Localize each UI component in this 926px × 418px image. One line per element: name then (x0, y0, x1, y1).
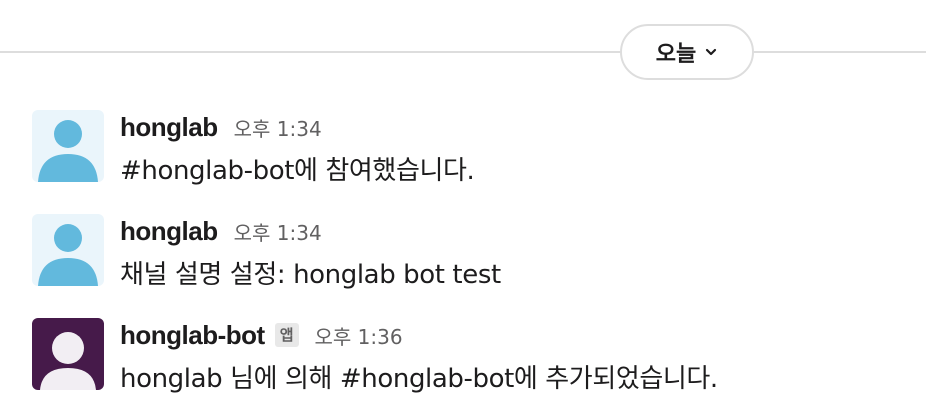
message-text: #honglab-bot에 참여했습니다. (120, 156, 475, 186)
message-timestamp[interactable]: 오후 1:34 (234, 113, 322, 142)
message-item[interactable]: honglab 오후 1:34 채널 설명 설정: honglab bot te… (32, 214, 912, 290)
date-label: 오늘 (655, 42, 697, 67)
message-text: honglab 님에 의해 #honglab-bot에 추가되었습니다. (120, 364, 718, 394)
message-timestamp[interactable]: 오후 1:36 (315, 321, 403, 350)
message-text: 채널 설명 설정: honglab bot test (120, 260, 501, 290)
message-item[interactable]: honglab-bot 앱 오후 1:36 honglab 님에 의해 #hon… (32, 318, 912, 394)
chevron-down-icon (704, 45, 718, 59)
sender-name[interactable]: honglab-bot (120, 320, 265, 351)
message-item[interactable]: honglab 오후 1:34 #honglab-bot에 참여했습니다. (32, 110, 912, 186)
message-header: honglab-bot 앱 오후 1:36 (120, 318, 403, 352)
app-badge: 앱 (274, 323, 299, 347)
message-timestamp[interactable]: 오후 1:34 (234, 217, 322, 246)
date-divider-line (0, 51, 926, 53)
message-pane: 오늘 honglab 오후 1:34 #honglab-bot에 참여했습니다. (0, 0, 926, 418)
message-header: honglab 오후 1:34 (120, 214, 322, 248)
sender-name[interactable]: honglab (120, 112, 218, 143)
date-jump-button[interactable]: 오늘 (620, 24, 754, 80)
user-avatar-icon[interactable] (32, 214, 104, 286)
sender-name[interactable]: honglab (120, 216, 218, 247)
message-header: honglab 오후 1:34 (120, 110, 322, 144)
user-avatar-icon[interactable] (32, 110, 104, 182)
bot-avatar-icon[interactable] (32, 318, 104, 390)
